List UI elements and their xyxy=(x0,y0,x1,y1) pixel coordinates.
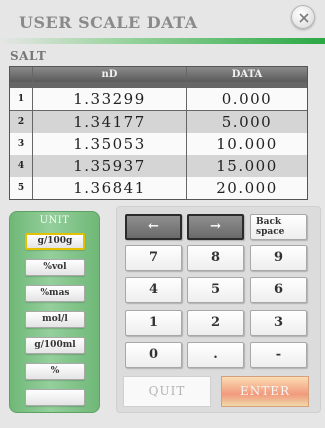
unit-g-per-100g-button[interactable]: g/100g xyxy=(25,233,85,250)
row-nd-cell[interactable]: 1.34177 xyxy=(33,111,186,133)
header-divider xyxy=(0,38,325,44)
row-nd-cell[interactable]: 1.35053 xyxy=(33,133,186,155)
unit-mol-per-l-button[interactable]: mol/l xyxy=(25,311,85,328)
row-nd-cell[interactable]: 1.33299 xyxy=(33,88,186,110)
close-icon xyxy=(299,13,309,23)
key-7-button[interactable]: 7 xyxy=(125,245,182,271)
unit-blank-button[interactable] xyxy=(25,389,85,406)
table-header-index xyxy=(10,67,32,82)
cursor-right-button[interactable]: → xyxy=(187,214,244,240)
key-8-button[interactable]: 8 xyxy=(187,245,244,271)
row-nd-cell[interactable]: 1.36841 xyxy=(33,177,186,199)
row-data-cell[interactable]: 15.000 xyxy=(187,155,307,177)
key-decimal-button[interactable]: . xyxy=(187,342,244,368)
key-1-button[interactable]: 1 xyxy=(125,310,182,336)
unit-percent-mas-button[interactable]: %mas xyxy=(25,285,85,302)
key-3-button[interactable]: 3 xyxy=(250,310,307,336)
unit-percent-vol-button[interactable]: %vol xyxy=(25,259,85,276)
arrow-right-icon: → xyxy=(210,219,221,234)
page-title: USER SCALE DATA xyxy=(19,13,198,32)
unit-g-per-100ml-button[interactable]: g/100ml xyxy=(25,337,85,354)
unit-percent-button[interactable]: % xyxy=(25,363,85,380)
backspace-button[interactable]: Back space xyxy=(250,214,307,240)
row-data-cell[interactable]: 0.000 xyxy=(187,88,307,110)
row-index: 2 xyxy=(10,111,32,133)
section-label: SALT xyxy=(10,49,47,63)
key-9-button[interactable]: 9 xyxy=(250,245,307,271)
table-header-data: DATA xyxy=(187,67,307,82)
unit-label: UNIT xyxy=(39,215,70,226)
arrow-left-icon: ← xyxy=(148,219,159,234)
enter-button[interactable]: ENTER xyxy=(221,376,309,407)
row-data-cell[interactable]: 10.000 xyxy=(187,133,307,155)
row-nd-cell[interactable]: 1.35937 xyxy=(33,155,186,177)
key-5-button[interactable]: 5 xyxy=(187,277,244,303)
key-0-button[interactable]: 0 xyxy=(125,342,182,368)
row-index: 5 xyxy=(10,177,32,199)
key-minus-button[interactable]: - xyxy=(250,342,307,368)
key-6-button[interactable]: 6 xyxy=(250,277,307,303)
table-header-nd: nD xyxy=(33,67,186,82)
close-button[interactable] xyxy=(291,5,315,29)
key-2-button[interactable]: 2 xyxy=(187,310,244,336)
quit-button[interactable]: QUIT xyxy=(123,376,211,407)
row-index: 3 xyxy=(10,133,32,155)
row-data-cell[interactable]: 20.000 xyxy=(187,177,307,199)
row-data-cell[interactable]: 5.000 xyxy=(187,111,307,133)
row-index: 4 xyxy=(10,155,32,177)
key-4-button[interactable]: 4 xyxy=(125,277,182,303)
cursor-left-button[interactable]: ← xyxy=(125,214,182,240)
row-index: 1 xyxy=(10,88,32,110)
